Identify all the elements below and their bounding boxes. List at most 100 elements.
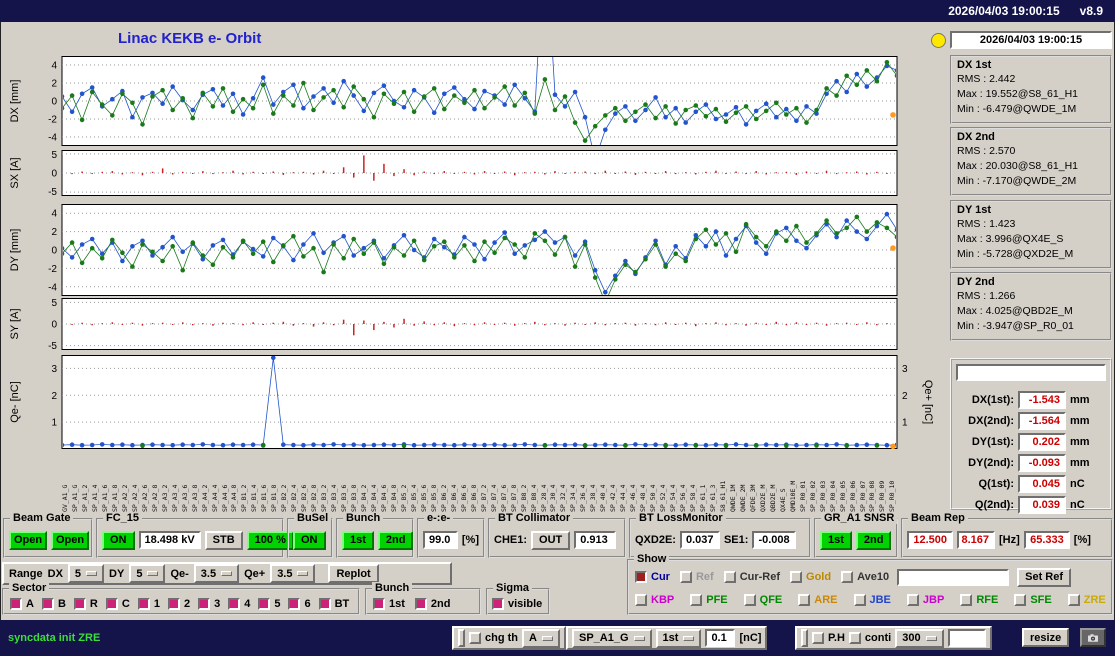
show-checkbox-kbp[interactable] xyxy=(635,594,647,606)
sector-checkbox-1[interactable] xyxy=(137,597,150,610)
sector-checkbox-3[interactable] xyxy=(198,597,211,610)
show-checkbox-jbe[interactable] xyxy=(853,594,866,606)
bpm-label: SP_R0_03 xyxy=(818,480,827,512)
sector-checkbox-5[interactable] xyxy=(258,597,271,610)
sector-toggle-r[interactable]: R xyxy=(73,597,98,610)
bpm-label: SP_46_4 xyxy=(629,484,638,512)
sector-checkbox-bt[interactable] xyxy=(318,597,331,610)
show-toggle-rfe[interactable]: RFE xyxy=(960,594,998,606)
count-input[interactable] xyxy=(947,629,986,647)
sigma-visible-toggle[interactable]: visible xyxy=(492,597,542,610)
set-ref-input[interactable] xyxy=(897,568,1010,586)
sector-checkbox-a[interactable] xyxy=(10,597,22,610)
bunch-1st-button[interactable]: 1st xyxy=(342,530,374,550)
sector-checkbox-b[interactable] xyxy=(41,597,54,610)
chg-th-checkbox[interactable] xyxy=(469,632,481,644)
range-qep-select[interactable]: 3.5 xyxy=(270,564,316,583)
show-checkbox-pfe[interactable] xyxy=(690,594,703,606)
bunch-checkbox-2nd[interactable] xyxy=(414,597,427,610)
range-qem-select[interactable]: 3.5 xyxy=(193,564,240,583)
bunch-checkbox-1st[interactable] xyxy=(373,597,385,610)
bunch-toggle-1st[interactable]: 1st xyxy=(373,597,405,610)
show-toggle-jbp[interactable]: JBP xyxy=(906,594,944,606)
sector-toggle-bt[interactable]: BT xyxy=(318,597,349,610)
show-label-gold: Gold xyxy=(806,571,832,583)
show-checkbox-ave10[interactable] xyxy=(841,571,854,583)
show-toggle-kbp[interactable]: KBP xyxy=(635,594,674,606)
show-checkbox-sfe[interactable] xyxy=(1014,594,1027,606)
show-toggle-jbe[interactable]: JBE xyxy=(853,594,891,606)
sector-checkbox-2[interactable] xyxy=(167,597,180,610)
sector-checkbox-c[interactable] xyxy=(105,597,118,610)
show-checkbox-gold[interactable] xyxy=(790,571,803,583)
show-toggle-ref[interactable]: Ref xyxy=(679,571,714,583)
panel-grip-handle[interactable] xyxy=(801,629,808,647)
bpm-label: SP_B5_4 xyxy=(409,484,418,512)
sector-checkbox-r[interactable] xyxy=(73,597,86,610)
show-toggle-ave10[interactable]: Ave10 xyxy=(841,571,889,583)
sector-toggle-b[interactable]: B xyxy=(41,597,66,610)
show-checkbox-are[interactable] xyxy=(798,594,811,606)
show-checkbox-cur-ref[interactable] xyxy=(723,571,736,583)
che1-state-button[interactable]: OUT xyxy=(531,530,571,550)
stat-line: Max : 3.996@QX4E_S xyxy=(957,233,1064,245)
count-select[interactable]: 300 xyxy=(895,628,944,648)
sector-checkbox-4[interactable] xyxy=(228,597,241,610)
sector-toggle-2[interactable]: 2 xyxy=(167,597,190,610)
show-checkbox-zre[interactable] xyxy=(1067,594,1080,606)
show-toggle-sfe[interactable]: SFE xyxy=(1014,594,1052,606)
sector-toggle-4[interactable]: 4 xyxy=(228,597,250,610)
sector-toggle-6[interactable]: 6 xyxy=(288,597,311,610)
show-toggle-pfe[interactable]: PFE xyxy=(690,594,728,606)
fc15-on-button[interactable]: ON xyxy=(102,530,135,550)
bpm-label: SP_30_4 xyxy=(549,484,558,512)
conti-checkbox[interactable] xyxy=(848,632,861,644)
sector-toggle-1[interactable]: 1 xyxy=(137,597,160,610)
sector-toggle-a[interactable]: A xyxy=(10,597,34,610)
bunch-2nd-button[interactable]: 2nd xyxy=(377,530,414,550)
show-toggle-qfe[interactable]: QFE xyxy=(743,594,782,606)
beam-gate-open2-button[interactable]: Open xyxy=(51,530,89,550)
busel-on-button[interactable]: ON xyxy=(293,530,326,550)
threshold-field[interactable]: 0.1 xyxy=(705,629,736,647)
show-checkbox-rfe[interactable] xyxy=(960,594,973,606)
bpm-label: SP_B1_6 xyxy=(260,484,269,512)
beam-gate-open1-button[interactable]: Open xyxy=(9,530,47,550)
gr-snsr-1st-button[interactable]: 1st xyxy=(820,530,852,550)
replot-button[interactable]: Replot xyxy=(328,564,379,583)
show-checkbox-jbp[interactable] xyxy=(906,594,919,606)
panel-grip-handle[interactable] xyxy=(458,629,465,647)
range-dy-select[interactable]: 5 xyxy=(129,564,166,583)
ph-checkbox[interactable] xyxy=(812,632,824,644)
bpm-label: SP_B5_2 xyxy=(399,484,408,512)
sector-toggle-5[interactable]: 5 xyxy=(258,597,280,610)
show-toggle-cur[interactable]: Cur xyxy=(635,571,670,583)
bpm-label: SP_A1_8 xyxy=(110,484,119,512)
show-toggle-zre[interactable]: ZRE xyxy=(1067,594,1106,606)
resize-button[interactable]: resize xyxy=(1022,628,1070,647)
camera-button[interactable] xyxy=(1080,628,1106,647)
set-ref-button[interactable]: Set Ref xyxy=(1017,567,1072,587)
bpm-label: SP_R0_07 xyxy=(858,480,867,512)
show-toggle-gold[interactable]: Gold xyxy=(790,571,831,583)
svg-text:2: 2 xyxy=(51,391,57,402)
range-dx-select[interactable]: 5 xyxy=(67,564,105,583)
sector-toggle-c[interactable]: C xyxy=(105,597,130,610)
sector-checkbox-6[interactable] xyxy=(288,597,301,610)
show-checkbox-cur[interactable] xyxy=(635,571,647,583)
show-toggle-are[interactable]: ARE xyxy=(798,594,838,606)
sector-mode-select[interactable]: A xyxy=(522,628,560,648)
bunch-mode-select[interactable]: 1st xyxy=(655,628,702,648)
gr-snsr-2nd-button[interactable]: 2nd xyxy=(855,530,892,550)
show-toggle-cur-ref[interactable]: Cur-Ref xyxy=(723,571,780,583)
sigma-visible-checkbox[interactable] xyxy=(492,597,504,610)
bpm-select[interactable]: SP_A1_G xyxy=(572,628,652,648)
monitor-row: Q(2nd): 0.039 nC xyxy=(956,494,1106,515)
fc15-stb-button[interactable]: STB xyxy=(204,530,243,550)
sector-toggle-3[interactable]: 3 xyxy=(198,597,220,610)
gr-snsr-group: GR_A1 SNSR 1st 2nd xyxy=(814,512,898,558)
sigma-group: Sigma visible xyxy=(486,582,550,615)
show-checkbox-ref[interactable] xyxy=(679,571,692,583)
bunch-toggle-2nd[interactable]: 2nd xyxy=(414,597,450,610)
show-checkbox-qfe[interactable] xyxy=(743,594,756,606)
